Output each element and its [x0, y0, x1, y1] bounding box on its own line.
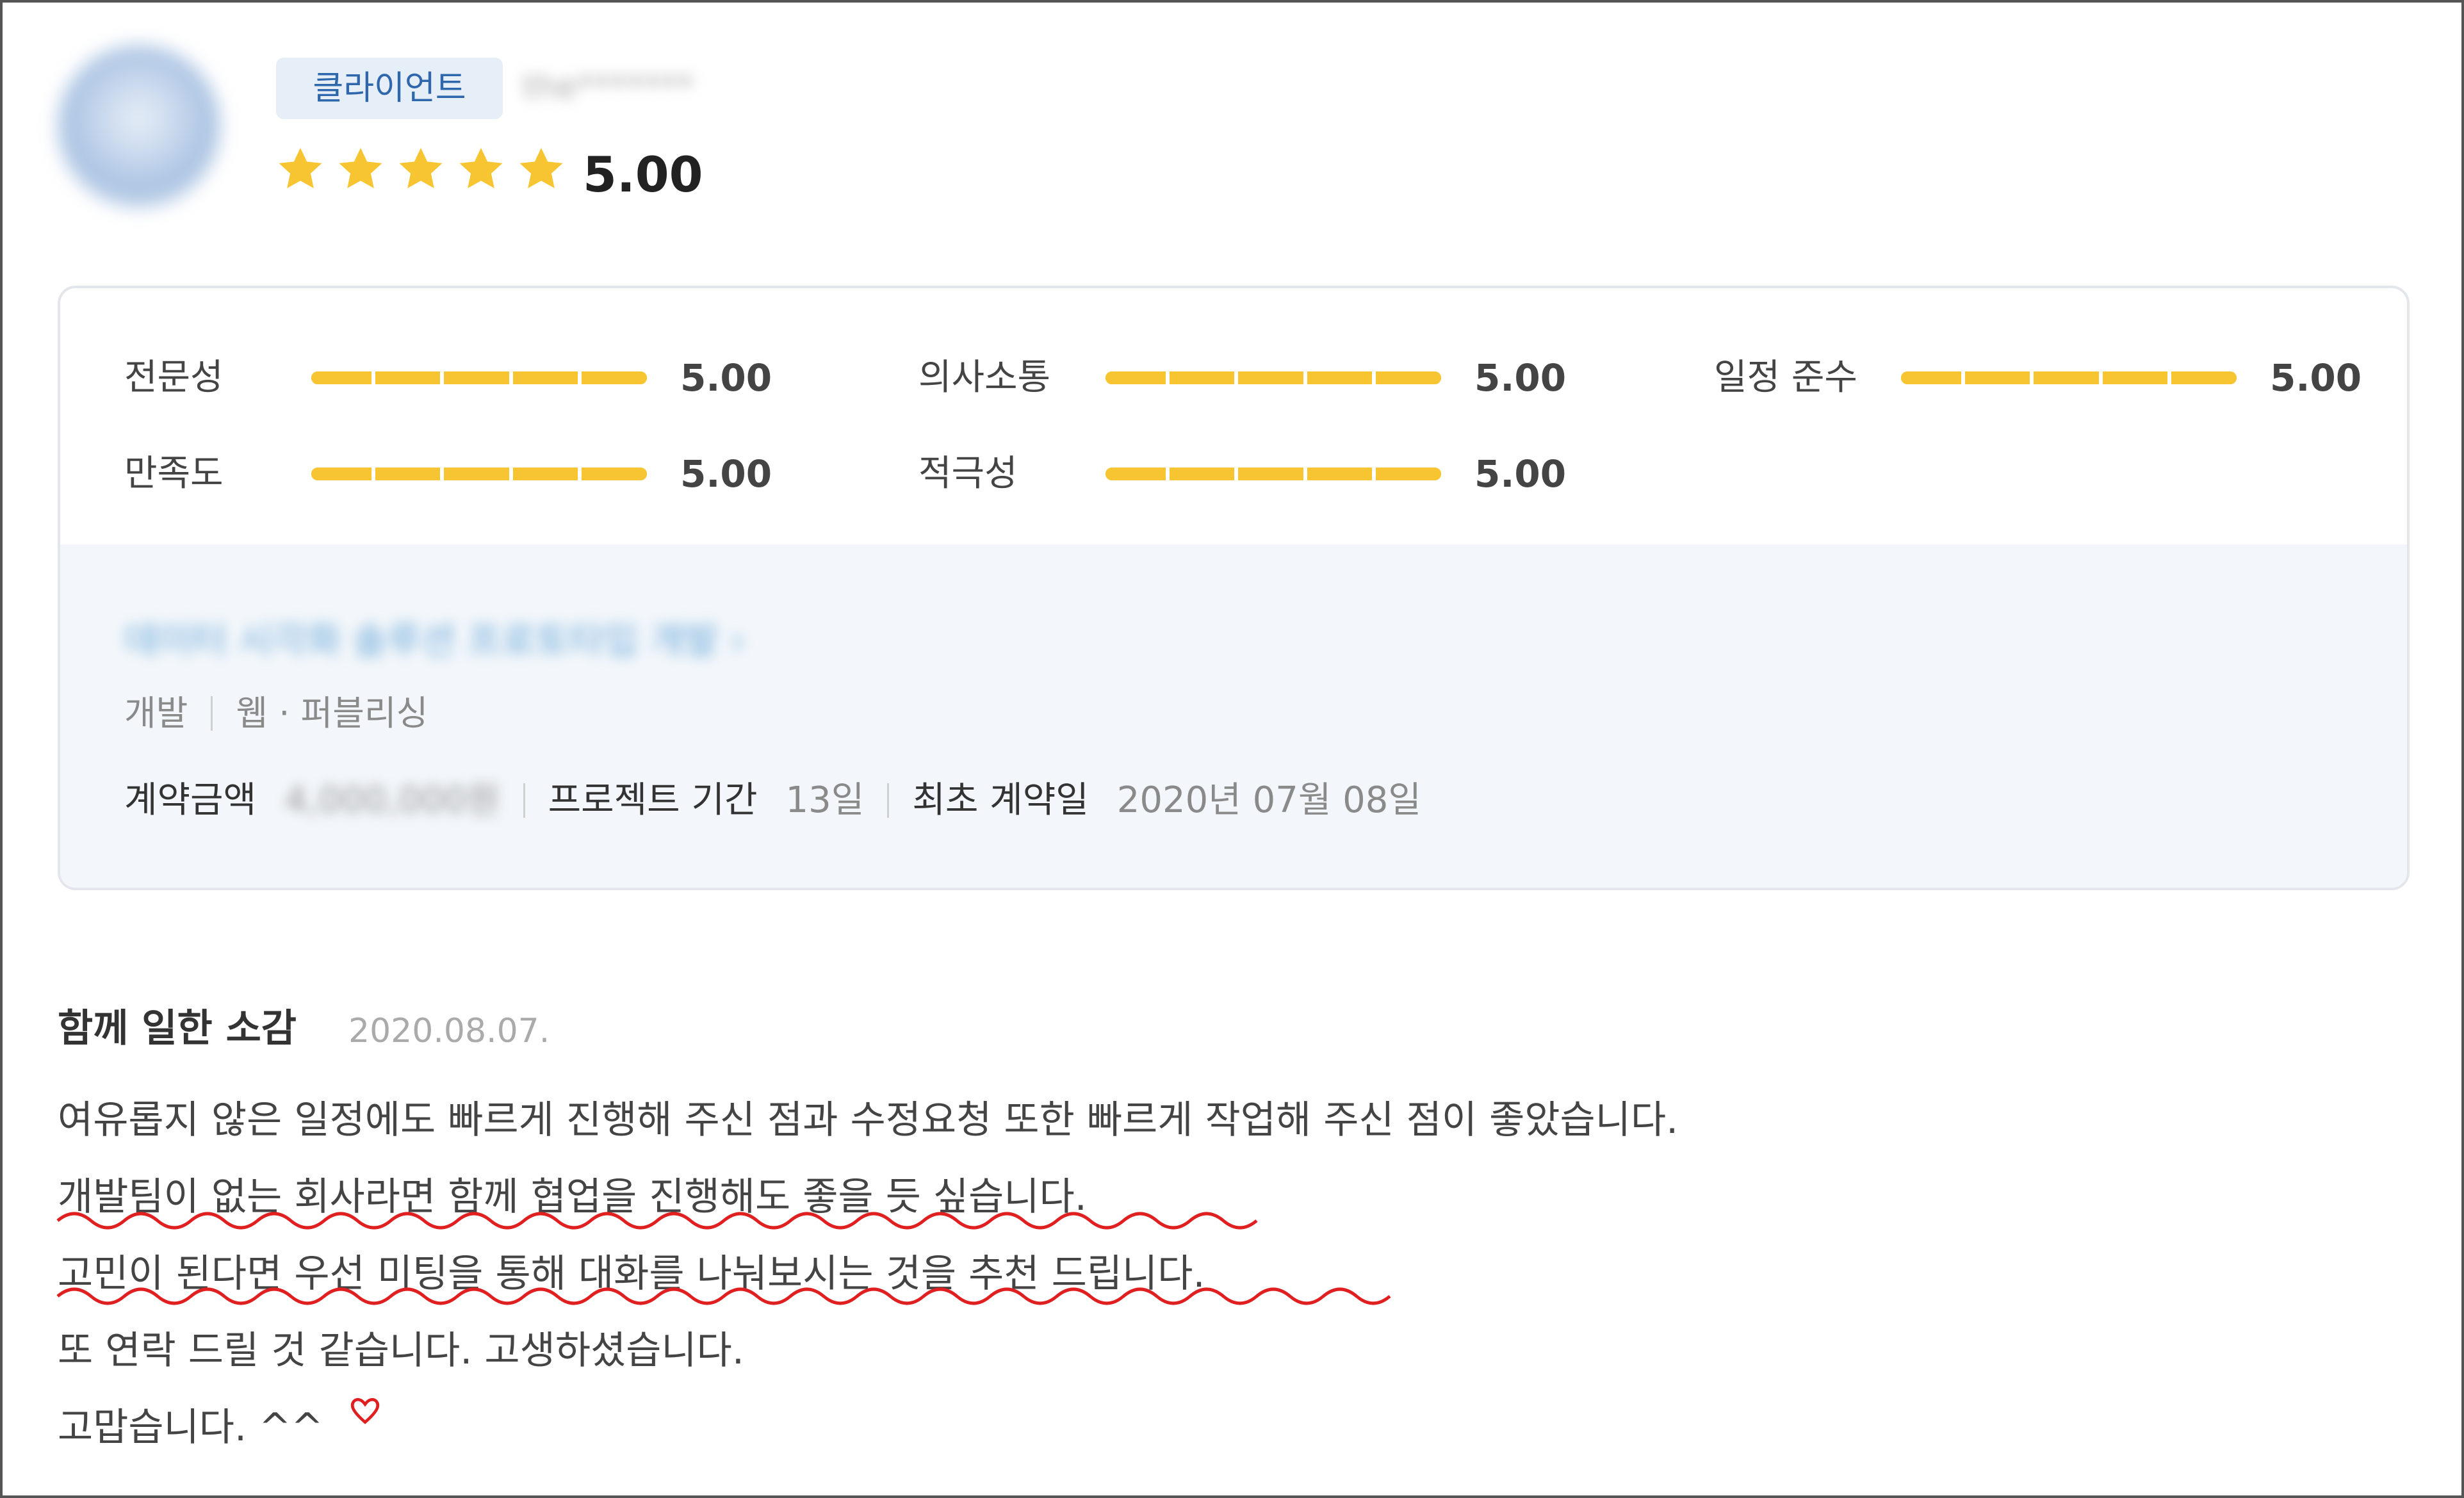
heart-icon — [350, 1397, 380, 1424]
red-underline-annotation — [56, 1212, 1391, 1305]
review-card-frame: 클라이언트 the******* 5.00 전문성 5.00 의사소통 5.00… — [0, 0, 2464, 1498]
